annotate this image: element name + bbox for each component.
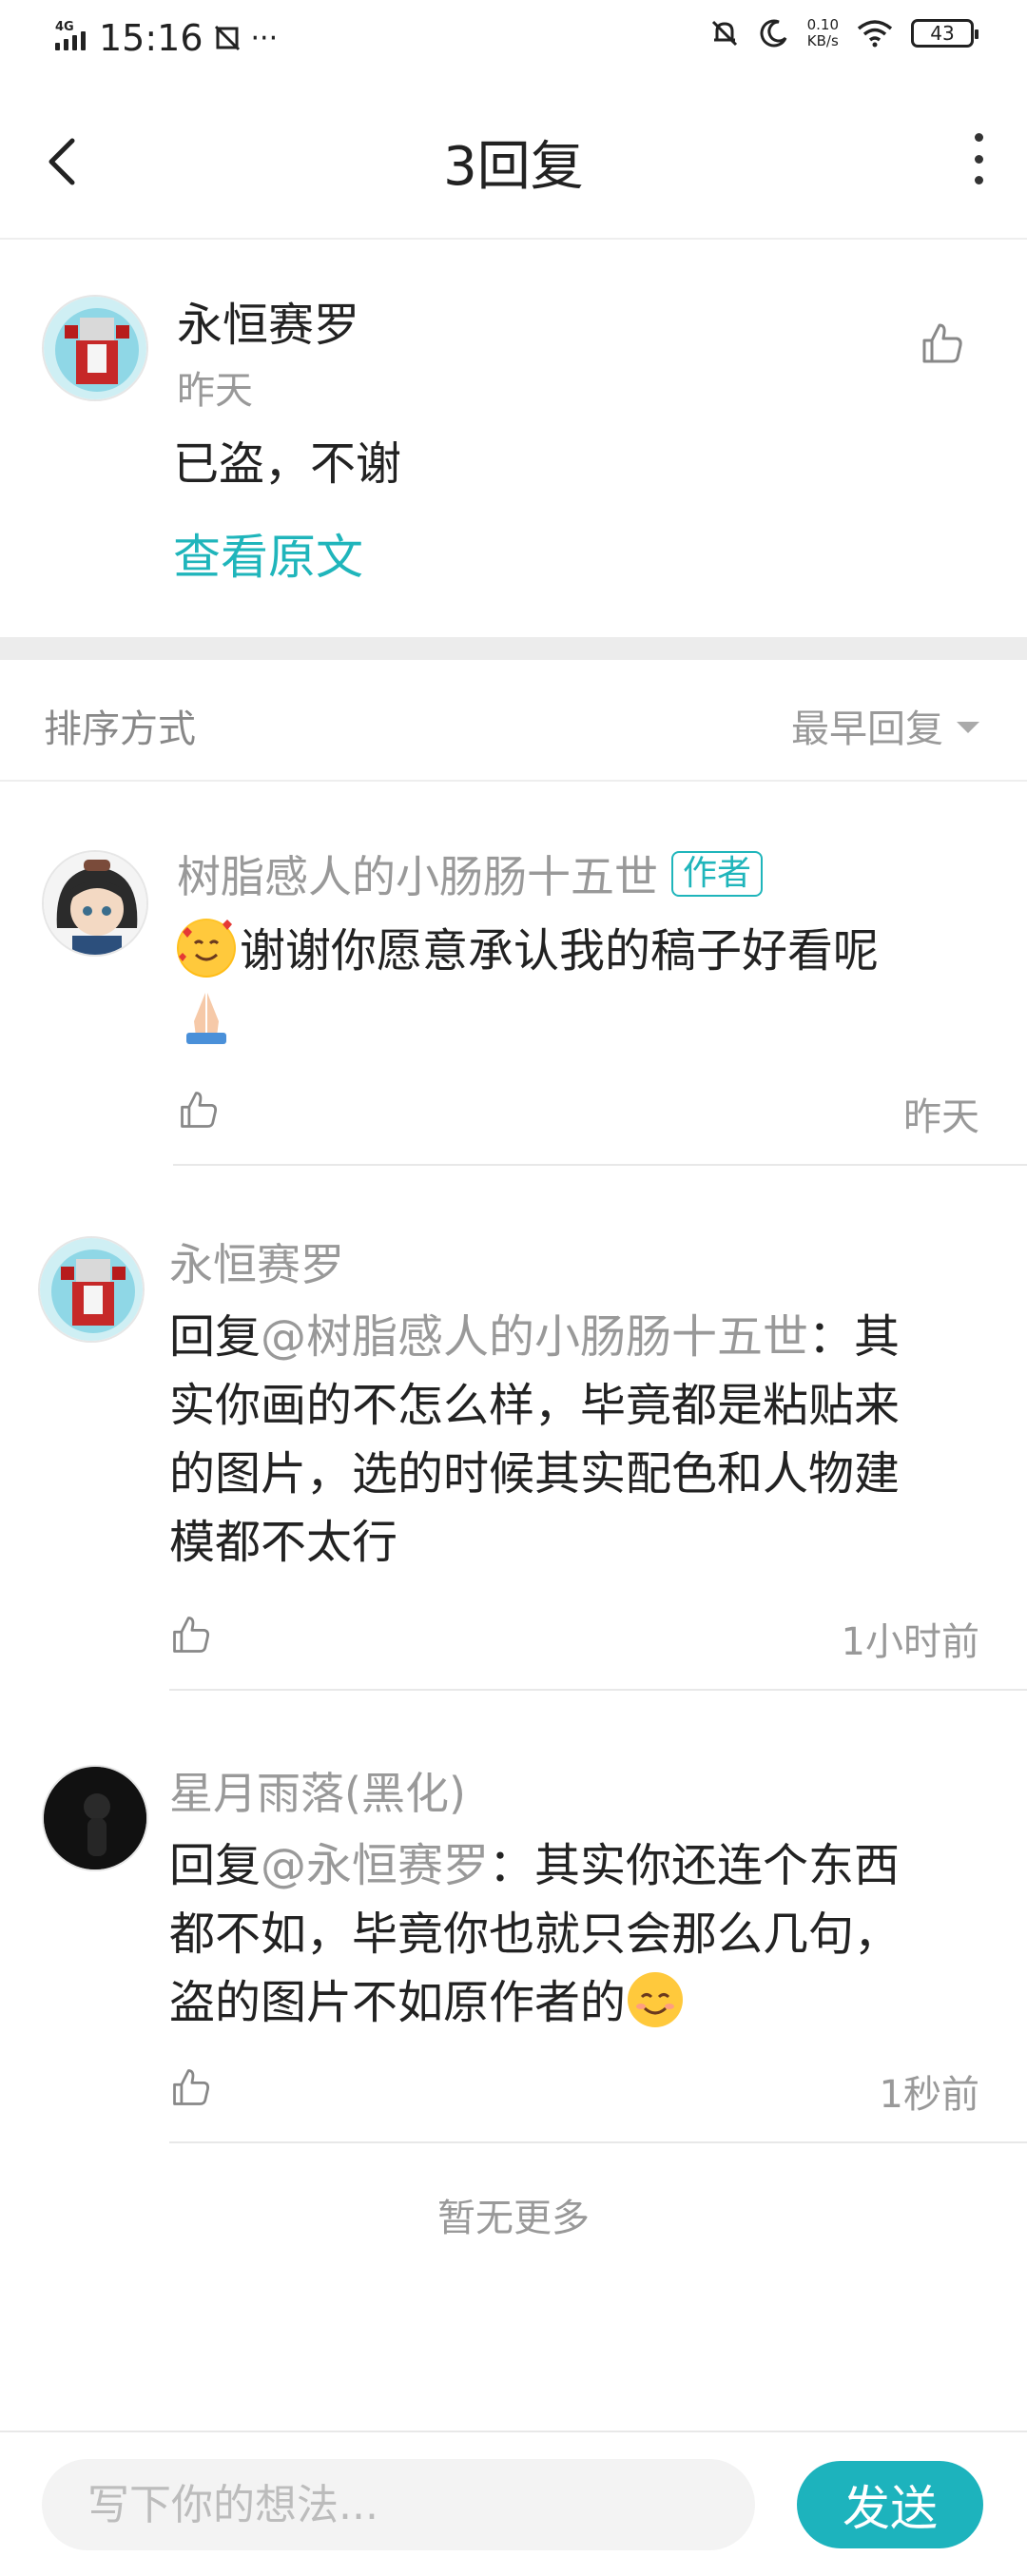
list-item: 树脂感人的小肠肠十五世 作者 谢谢你愿意承认我的稿子好看呢 昨天 bbox=[0, 850, 1027, 1168]
status-bar: 4G 15:16 ··· 0.10 KB/s 43 bbox=[0, 0, 1027, 80]
mention-link[interactable]: @树脂感人的小肠肠十五世 bbox=[261, 1310, 808, 1364]
original-text: 已盗，不谢 bbox=[173, 437, 402, 491]
thumbs-up-icon[interactable] bbox=[169, 1613, 213, 1656]
list-item: 永恒赛罗 回复@树脂感人的小肠肠十五世：其 实你画的不怎么样，毕竟都是粘贴来 的… bbox=[0, 1236, 1027, 1693]
cellular-signal-icon: 4G bbox=[55, 20, 86, 50]
sort-dropdown[interactable]: 最早回复 bbox=[791, 698, 979, 753]
more-notifications-icon: ··· bbox=[250, 21, 279, 55]
divider bbox=[169, 2141, 1027, 2143]
mute-bell-icon bbox=[711, 20, 737, 47]
reply-content: 回复@树脂感人的小肠肠十五世：其 实你画的不怎么样，毕竟都是粘贴来 的图片，选的… bbox=[169, 1310, 901, 1569]
avatar[interactable] bbox=[38, 1236, 145, 1343]
header: 3回复 bbox=[0, 80, 1027, 240]
smiling-hearts-emoji-icon bbox=[177, 919, 236, 978]
folded-hands-emoji-icon bbox=[177, 987, 236, 1046]
thumbs-up-icon[interactable] bbox=[169, 2065, 213, 2109]
avatar[interactable] bbox=[42, 295, 148, 401]
no-more-label: 暂无更多 bbox=[437, 2197, 590, 2240]
comment-composer: 发送 bbox=[0, 2431, 1027, 2576]
moon-icon bbox=[760, 19, 786, 48]
sort-bar: 排序方式 最早回复 bbox=[0, 660, 1027, 782]
reply-time: 昨天 bbox=[903, 1095, 979, 1139]
list-item: 星月雨落(黑化) 回复@永恒赛罗：其实你还连个东西 都不如，毕竟你也就只会那么几… bbox=[0, 1765, 1027, 2145]
comment-input[interactable] bbox=[42, 2459, 755, 2550]
original-author[interactable]: 永恒赛罗 bbox=[177, 287, 359, 354]
send-button[interactable]: 发送 bbox=[797, 2461, 983, 2548]
triangle-down-icon bbox=[957, 722, 979, 733]
battery-icon: 43 bbox=[911, 19, 979, 48]
thumbs-up-icon[interactable] bbox=[919, 320, 966, 367]
clock: 15:16 bbox=[99, 17, 203, 59]
divider bbox=[169, 1689, 1027, 1691]
divider bbox=[173, 1164, 1027, 1166]
avatar[interactable] bbox=[42, 1765, 148, 1871]
mention-link[interactable]: @永恒赛罗 bbox=[261, 1839, 489, 1892]
view-original-link[interactable]: 查看原文 bbox=[173, 519, 363, 588]
reply-content: 回复@永恒赛罗：其实你还连个东西 都不如，毕竟你也就只会那么几句， 盗的图片不如… bbox=[169, 1839, 901, 2029]
reply-author[interactable]: 星月雨落(黑化) bbox=[169, 1759, 466, 1822]
screenshot-off-icon bbox=[214, 25, 240, 51]
reply-time: 1小时前 bbox=[841, 1620, 979, 1664]
smiling-face-emoji-icon bbox=[626, 1970, 685, 2029]
reply-author[interactable]: 树脂感人的小肠肠十五世 bbox=[177, 843, 658, 905]
author-badge: 作者 bbox=[671, 851, 764, 897]
wifi-icon bbox=[857, 20, 893, 48]
original-time: 昨天 bbox=[177, 369, 253, 413]
network-speed: 0.10 KB/s bbox=[806, 16, 839, 49]
network-type: 4G bbox=[55, 20, 74, 34]
section-divider bbox=[0, 637, 1027, 660]
page-title: 3回复 bbox=[443, 136, 584, 198]
reply-content: 谢谢你愿意承认我的稿子好看呢 bbox=[177, 917, 976, 1054]
reply-time: 1秒前 bbox=[879, 2073, 979, 2117]
reply-author[interactable]: 永恒赛罗 bbox=[169, 1230, 344, 1293]
thumbs-up-icon[interactable] bbox=[177, 1088, 221, 1132]
sort-selected-value: 最早回复 bbox=[791, 707, 943, 751]
avatar[interactable] bbox=[42, 850, 148, 957]
more-options-icon[interactable] bbox=[964, 133, 993, 184]
original-comment: 永恒赛罗 昨天 已盗，不谢 查看原文 bbox=[0, 240, 1027, 637]
sort-label: 排序方式 bbox=[44, 707, 196, 751]
reply-text: 谢谢你愿意承认我的稿子好看呢 bbox=[240, 924, 880, 978]
battery-level: 43 bbox=[930, 22, 955, 45]
